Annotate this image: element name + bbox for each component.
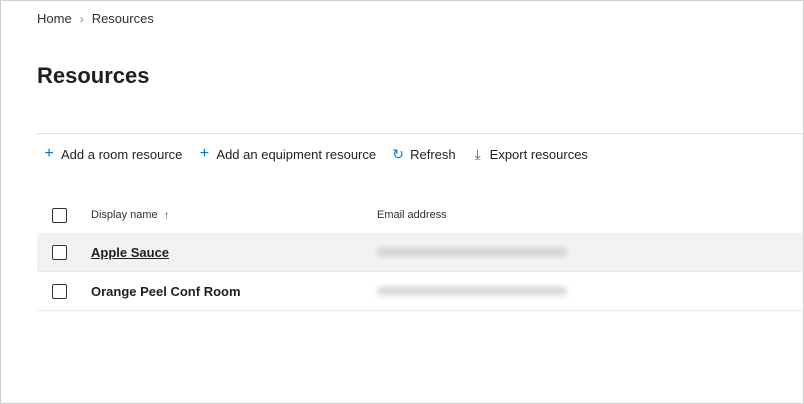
refresh-button[interactable]: ↻ Refresh <box>390 146 456 162</box>
page-frame: Home › Resources Resources + Add a room … <box>0 0 804 404</box>
sort-ascending-icon: ↑ <box>163 208 170 222</box>
download-icon: ⤓ <box>474 146 481 162</box>
table-row[interactable]: Apple Sauce <box>37 233 803 272</box>
resources-table: Display name ↑ Email address Apple Sauce… <box>37 197 803 311</box>
resource-name[interactable]: Orange Peel Conf Room <box>91 284 241 299</box>
refresh-label: Refresh <box>410 146 456 162</box>
export-resources-button[interactable]: ⤓ Export resources <box>470 146 588 162</box>
add-equipment-resource-button[interactable]: + Add an equipment resource <box>196 146 376 162</box>
page-title: Resources <box>37 63 150 88</box>
column-header-display-name[interactable]: Display name ↑ <box>91 208 170 222</box>
resource-name-link[interactable]: Apple Sauce <box>91 245 169 260</box>
chevron-right-icon: › <box>79 11 84 26</box>
column-header-email[interactable]: Email address <box>377 209 447 221</box>
refresh-icon: ↻ <box>392 146 404 162</box>
breadcrumb-current: Resources <box>91 11 154 26</box>
row-checkbox[interactable] <box>52 283 67 299</box>
plus-icon: + <box>199 145 210 162</box>
export-resources-label: Export resources <box>489 146 588 162</box>
add-equipment-resource-label: Add an equipment resource <box>216 146 377 162</box>
breadcrumb-home[interactable]: Home <box>37 11 72 26</box>
table-row[interactable]: Orange Peel Conf Room <box>37 272 803 311</box>
plus-icon: + <box>44 145 54 162</box>
add-room-resource-button[interactable]: + Add a room resource <box>41 146 182 162</box>
divider <box>37 133 803 134</box>
table-header-row: Display name ↑ Email address <box>37 197 803 233</box>
breadcrumb: Home › Resources <box>37 11 154 26</box>
redacted-email <box>377 287 567 295</box>
redacted-email <box>377 248 567 256</box>
column-header-display-name-label: Display name <box>91 209 158 221</box>
select-all-checkbox[interactable] <box>52 207 67 223</box>
row-checkbox[interactable] <box>52 244 67 260</box>
command-bar: + Add a room resource + Add an equipment… <box>41 146 588 163</box>
add-room-resource-label: Add a room resource <box>61 146 183 162</box>
